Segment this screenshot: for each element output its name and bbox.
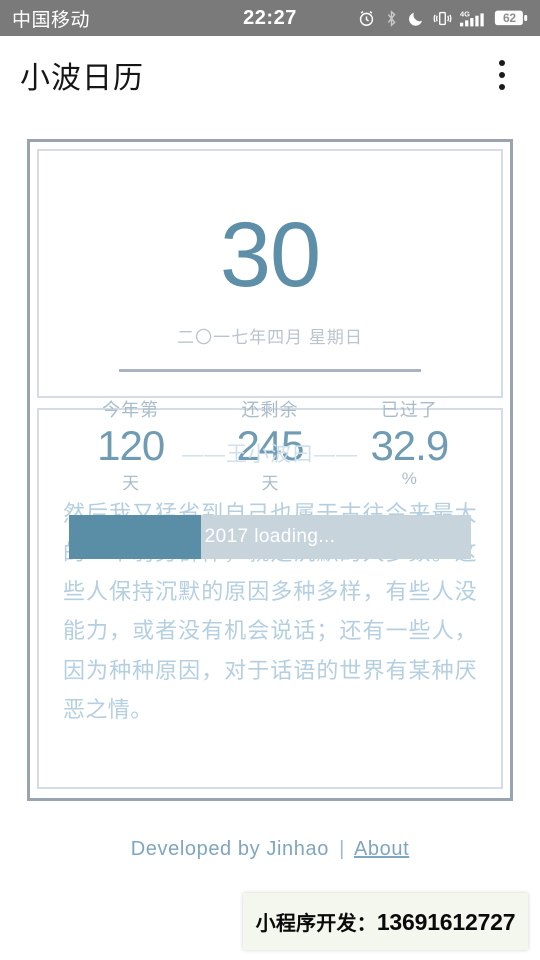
- vibrate-icon: [433, 9, 452, 28]
- stat-value: 32.9: [370, 422, 449, 469]
- battery-icon: 62: [494, 9, 528, 27]
- stat-label: 今年第: [102, 400, 160, 420]
- status-bar: 中国移动 22:27 4G 62: [0, 0, 540, 36]
- stat-unit: 天: [122, 474, 140, 494]
- ad-banner-phone: 13691612727: [376, 909, 516, 935]
- dot: [499, 72, 505, 78]
- calendar-panel: 30 二〇一七年四月 星期日 今年第 120 天 还剩余 245 天 已过了 3…: [37, 149, 503, 560]
- moon-icon: [407, 9, 425, 28]
- stat-percent-elapsed: 已过了 32.9 %: [340, 396, 479, 494]
- about-link[interactable]: About: [354, 838, 409, 860]
- divider: [119, 369, 421, 372]
- day-number: 30: [219, 204, 321, 306]
- bluetooth-icon: [384, 9, 399, 28]
- stat-label: 已过了: [380, 400, 438, 420]
- main-frame: 30 二〇一七年四月 星期日 今年第 120 天 还剩余 245 天 已过了 3…: [27, 139, 513, 801]
- signal-4g-icon: 4G: [460, 9, 486, 28]
- carrier-label: 中国移动: [12, 9, 91, 31]
- ad-banner[interactable]: 小程序开发：13691612727: [243, 893, 528, 950]
- quote-text: 然后我又猛省到自己也属于古往今来最大的一个弱势群体，就是沉默的大多数。这些人保持…: [63, 501, 477, 722]
- stat-unit: 天: [261, 474, 279, 494]
- year-progress-label: 2017 loading...: [204, 526, 336, 548]
- dot: [499, 84, 505, 90]
- footer: Developed by Jinhao | About: [0, 838, 540, 861]
- ad-banner-label: 小程序开发：: [255, 913, 377, 935]
- status-icon-group: 4G 62: [357, 9, 528, 28]
- svg-text:4G: 4G: [460, 9, 470, 18]
- alarm-icon: [357, 9, 376, 28]
- more-vertical-icon[interactable]: [482, 53, 522, 97]
- year-progress-bar: 2017 loading...: [69, 515, 471, 560]
- footer-credit: Developed by Jinhao: [130, 838, 329, 860]
- stat-day-of-year: 今年第 120 天: [61, 396, 200, 494]
- app-bar: 小波日历: [0, 36, 540, 114]
- date-line: 二〇一七年四月 星期日: [177, 328, 363, 347]
- footer-separator: |: [339, 838, 345, 860]
- page-title: 小波日历: [20, 62, 144, 95]
- battery-level-label: 62: [503, 11, 516, 25]
- stat-label: 还剩余: [241, 400, 299, 420]
- stat-unit: %: [401, 469, 417, 489]
- stat-value: 120: [97, 422, 165, 469]
- dot: [499, 60, 505, 66]
- ad-banner-text: 小程序开发：13691612727: [256, 907, 516, 936]
